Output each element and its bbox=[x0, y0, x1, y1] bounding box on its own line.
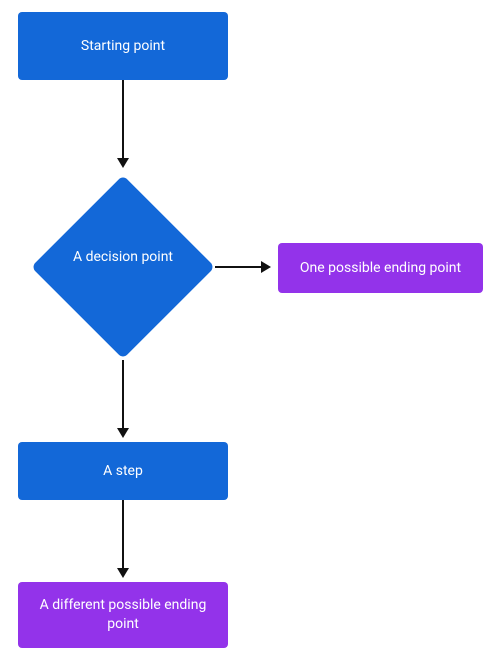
node-end1-label: One possible ending point bbox=[300, 259, 461, 278]
node-end1: One possible ending point bbox=[278, 243, 483, 293]
node-start-label: Starting point bbox=[81, 37, 165, 56]
node-end2: A different possible ending point bbox=[18, 582, 228, 648]
arrow-head-icon bbox=[117, 568, 129, 578]
node-end2-label: A different possible ending point bbox=[30, 596, 216, 634]
edge-start-to-decision bbox=[122, 80, 124, 160]
node-step-label: A step bbox=[103, 462, 143, 481]
node-start: Starting point bbox=[18, 12, 228, 80]
arrow-head-icon bbox=[117, 158, 129, 168]
edge-decision-to-end1 bbox=[215, 266, 263, 268]
edge-decision-to-step bbox=[122, 360, 124, 430]
node-decision bbox=[31, 175, 215, 359]
arrow-head-icon bbox=[261, 261, 271, 273]
node-step: A step bbox=[18, 442, 228, 500]
edge-step-to-end2 bbox=[122, 500, 124, 570]
arrow-head-icon bbox=[117, 428, 129, 438]
